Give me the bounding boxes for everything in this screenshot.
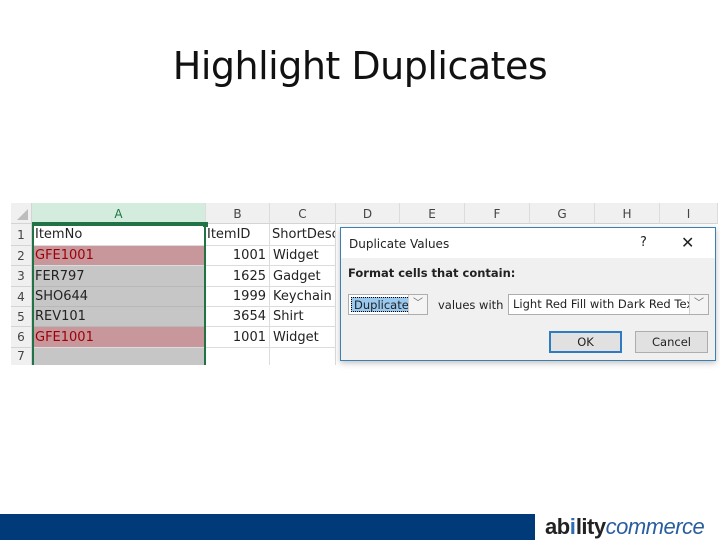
chevron-down-icon[interactable]: ﹀ [689,295,708,314]
logo-text-lity: lity [575,514,606,539]
cell-a3[interactable]: FER797 [32,266,206,287]
column-header-f[interactable]: F [465,203,530,224]
column-header-h[interactable]: H [595,203,660,224]
dialog-titlebar[interactable]: Duplicate Values ? ✕ [341,228,715,258]
duplicate-values-dialog: Duplicate Values ? ✕ Format cells that c… [340,227,716,361]
format-cells-label: Format cells that contain: [348,266,516,280]
cell-b7[interactable] [206,348,270,365]
cell-a6[interactable]: GFE1001 [32,327,206,348]
column-header-a[interactable]: A [32,203,206,224]
row-header-4[interactable]: 4 [11,287,32,307]
values-with-label: values with [438,298,504,312]
row-header-1[interactable]: 1 [11,224,32,246]
cell-c5[interactable]: Shirt [270,307,336,327]
cell-c6[interactable]: Widget [270,327,336,348]
help-icon[interactable]: ? [640,235,647,250]
rule-type-value: Duplicate [351,297,412,312]
logo-text-commerce: commerce [605,514,705,539]
column-header-b[interactable]: B [206,203,270,224]
ok-button[interactable]: OK [549,331,622,353]
cell-b3[interactable]: 1625 [206,266,270,287]
cell-c1[interactable]: ShortDesc [270,224,336,246]
column-header-e[interactable]: E [400,203,465,224]
row-header-6[interactable]: 6 [11,327,32,348]
format-style-value: Light Red Fill with Dark Red Text [513,297,698,311]
close-icon[interactable]: ✕ [681,233,694,252]
cell-a1[interactable]: ItemNo [32,224,206,246]
footer-bar [0,514,535,540]
cell-c7[interactable] [270,348,336,365]
cell-b2[interactable]: 1001 [206,246,270,266]
cell-b5[interactable]: 3654 [206,307,270,327]
slide-title: Highlight Duplicates [172,44,548,88]
cell-a5[interactable]: REV101 [32,307,206,327]
cell-a2[interactable]: GFE1001 [32,246,206,266]
row-header-2[interactable]: 2 [11,246,32,266]
row-header-5[interactable]: 5 [11,307,32,327]
row-header-7[interactable]: 7 [11,348,32,365]
cell-a4[interactable]: SHO644 [32,287,206,307]
column-header-i[interactable]: I [660,203,718,224]
dialog-title: Duplicate Values [349,237,450,251]
cell-b1[interactable]: ItemID [206,224,270,246]
cell-c2[interactable]: Widget [270,246,336,266]
cell-c3[interactable]: Gadget [270,266,336,287]
format-style-select[interactable]: Light Red Fill with Dark Red Text ﹀ [508,294,709,315]
column-header-d[interactable]: D [336,203,400,224]
fill-handle[interactable] [203,222,208,227]
select-all-corner[interactable] [11,203,32,224]
cancel-button[interactable]: Cancel [635,331,708,353]
ability-commerce-logo: abilitycommerce [545,512,705,542]
row-header-3[interactable]: 3 [11,266,32,287]
column-header-g[interactable]: G [530,203,595,224]
cell-c4[interactable]: Keychain [270,287,336,307]
cell-b6[interactable]: 1001 [206,327,270,348]
cell-a7[interactable] [32,348,206,365]
chevron-down-icon[interactable]: ﹀ [408,295,427,314]
cell-b4[interactable]: 1999 [206,287,270,307]
rule-type-select[interactable]: Duplicate ﹀ [348,294,428,315]
logo-text-ab: ab [545,514,570,539]
column-header-c[interactable]: C [270,203,336,224]
